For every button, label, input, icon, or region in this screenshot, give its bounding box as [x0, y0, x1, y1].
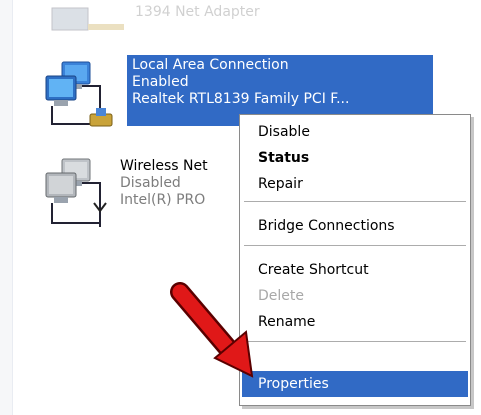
context-menu: Disable Status Repair Bridge Connections… — [239, 114, 471, 406]
menu-item-create-shortcut[interactable]: Create Shortcut — [242, 257, 468, 283]
menu-item-repair[interactable]: Repair — [242, 171, 468, 197]
connection-local-area-text: Local Area Connection Enabled Realtek RT… — [132, 57, 349, 108]
menu-separator — [244, 245, 466, 247]
connection-wireless-text: Wireless Net Disabled Intel(R) PRO — [120, 158, 208, 209]
connection-1394-name: 1394 Net Adapter — [135, 4, 260, 20]
connection-status: Enabled — [132, 74, 189, 90]
menu-item-delete: Delete — [258, 288, 304, 304]
connection-1394[interactable]: 1394 Net Adapter — [40, 0, 340, 34]
menu-item-status[interactable]: Status — [242, 145, 468, 171]
menu-item-disable[interactable]: Disable — [242, 119, 468, 145]
red-arrow-pointer — [170, 282, 254, 378]
connection-name: Wireless Net — [120, 158, 208, 174]
menu-separator — [244, 341, 466, 343]
network-adapter-icon — [51, 7, 124, 31]
connection-device: Intel(R) PRO — [120, 192, 206, 208]
connection-device: Realtek RTL8139 Family PCI F... — [132, 91, 350, 107]
menu-separator — [244, 201, 466, 203]
menu-item-properties[interactable]: Properties — [242, 371, 468, 397]
network-computer-icon — [45, 61, 113, 127]
menu-item-bridge-connections[interactable]: Bridge Connections — [242, 213, 468, 239]
left-panel-edge — [0, 0, 13, 415]
wireless-computer-icon — [45, 158, 107, 227]
menu-item-rename[interactable]: Rename — [242, 309, 468, 335]
connection-status: Disabled — [120, 175, 181, 191]
connection-name: Local Area Connection — [132, 57, 289, 73]
